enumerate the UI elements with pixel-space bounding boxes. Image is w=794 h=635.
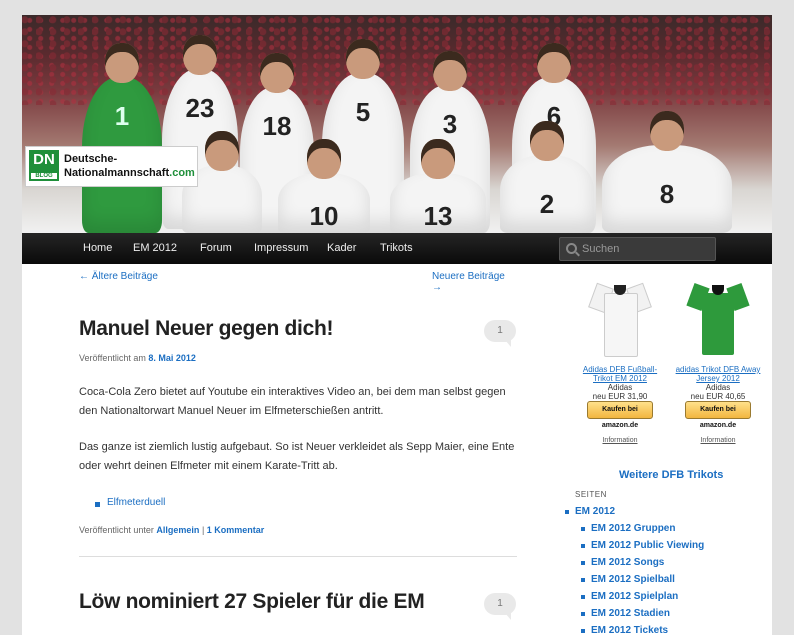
buy-amazon-button[interactable]: Kaufen bei amazon.de [587,401,653,429]
page-link-songs[interactable]: EM 2012 Songs [580,557,664,568]
buy-amazon-button[interactable]: Kaufen bei amazon.de [685,401,751,429]
nav-item-forum[interactable]: Forum [200,233,232,264]
logo-blog: BLOG [31,173,57,179]
site-logo[interactable]: DN BLOG Deutsche- Nationalmannschaft.com [25,146,198,187]
header-banner: 1 23 18 5 3 6 10 13 2 8 DN BLOG Deutsche… [22,15,772,233]
jersey-number: 5 [355,97,371,127]
jersey-number: 8 [659,179,675,209]
nav-item-trikots[interactable]: Trikots [380,233,413,264]
post-footer: Veröffentlicht unter Allgemein | 1 Komme… [79,525,264,535]
comment-count-badge[interactable]: 1 [484,320,516,347]
post-divider [79,556,517,557]
post-date-link[interactable]: 8. Mai 2012 [148,353,196,363]
newer-posts-link[interactable]: Neuere Beiträge → [432,271,517,293]
comments-link[interactable]: 1 Kommentar [207,525,265,535]
post-title[interactable]: Löw nominiert 27 Spieler für die EM [79,590,425,614]
jersey-number: 3 [442,109,458,139]
pages-heading: SEITEN [575,490,607,499]
footer-prefix: Veröffentlicht unter [79,525,154,535]
product-brand: Adidas [607,383,633,392]
player-figure: 10 [278,139,370,233]
page-link-spielplan[interactable]: EM 2012 Spielplan [580,591,678,602]
nav-item-impressum[interactable]: Impressum [254,233,308,264]
logo-line1: Deutsche- [64,153,118,165]
jersey-number: 2 [539,189,555,219]
post-paragraph: Coca-Cola Zero bietet auf Youtube ein in… [79,386,506,417]
player-figure: 8 [602,111,732,233]
search-icon [566,243,577,254]
search-box[interactable] [559,237,716,261]
meta-prefix: Veröffentlicht am [79,353,146,363]
nav-item-kader[interactable]: Kader [327,233,356,264]
jersey-number: 18 [262,111,292,141]
product-title-link[interactable]: Adidas DFB Fußball-Trikot EM 2012 [575,365,665,383]
page-link-gruppen[interactable]: EM 2012 Gruppen [580,523,675,534]
footer-separator: | [201,525,205,535]
post-meta: Veröffentlicht am 8. Mai 2012 [79,353,196,363]
page-link-public-viewing[interactable]: EM 2012 Public Viewing [580,540,704,551]
search-input[interactable] [580,240,714,258]
page-link-tickets[interactable]: EM 2012 Tickets [580,625,668,635]
product-card: adidas Trikot DFB Away Jersey 2012 Adida… [673,279,763,444]
product-brand: Adidas [705,383,731,392]
logo-dn: DN [33,151,55,168]
information-link[interactable]: Information [673,437,763,444]
comment-count-badge[interactable]: 1 [484,593,516,620]
more-jerseys-link[interactable]: Weitere DFB Trikots [619,469,723,481]
page-link-spielball[interactable]: EM 2012 Spielball [581,574,675,585]
logo-line2: Nationalmannschaft [64,167,170,179]
jersey-number: 23 [185,93,215,123]
post-title[interactable]: Manuel Neuer gegen dich! [79,317,333,341]
player-figure: 13 [390,139,486,233]
green-jersey-icon[interactable] [686,279,750,357]
nav-item-home[interactable]: Home [83,233,112,264]
logo-tld: .com [169,167,195,179]
product-title-link[interactable]: adidas Trikot DFB Away Jersey 2012 [673,365,763,383]
main-navigation: Home EM 2012 Forum Impressum Kader Triko… [22,233,772,264]
category-link[interactable]: Allgemein [156,525,199,535]
logo-text: Deutsche- Nationalmannschaft.com [64,152,195,180]
product-card: Adidas DFB Fußball-Trikot EM 2012 Adidas… [575,279,665,444]
page-link-stadien[interactable]: EM 2012 Stadien [581,608,670,619]
product-price: neu EUR 40,65 [690,392,746,401]
page: 1 23 18 5 3 6 10 13 2 8 DN BLOG Deutsche… [22,15,772,635]
dn-logo-icon: DN BLOG [29,150,59,181]
jersey-number: 1 [114,101,130,131]
product-price: neu EUR 31,90 [592,392,648,401]
white-jersey-icon[interactable] [588,279,652,357]
nav-item-em-2012[interactable]: EM 2012 [133,233,177,264]
information-link[interactable]: Information [575,437,665,444]
older-posts-link[interactable]: ← Ältere Beiträge [79,271,158,282]
jersey-number: 10 [309,201,339,231]
post-paragraph: Das ganze ist ziemlich lustig aufgebaut.… [79,441,515,472]
player-figure: 2 [500,121,594,233]
post-tag-link[interactable]: Elfmeterduell [94,497,165,508]
jersey-number: 13 [423,201,453,231]
page-link-em-2012[interactable]: EM 2012 [564,506,615,517]
